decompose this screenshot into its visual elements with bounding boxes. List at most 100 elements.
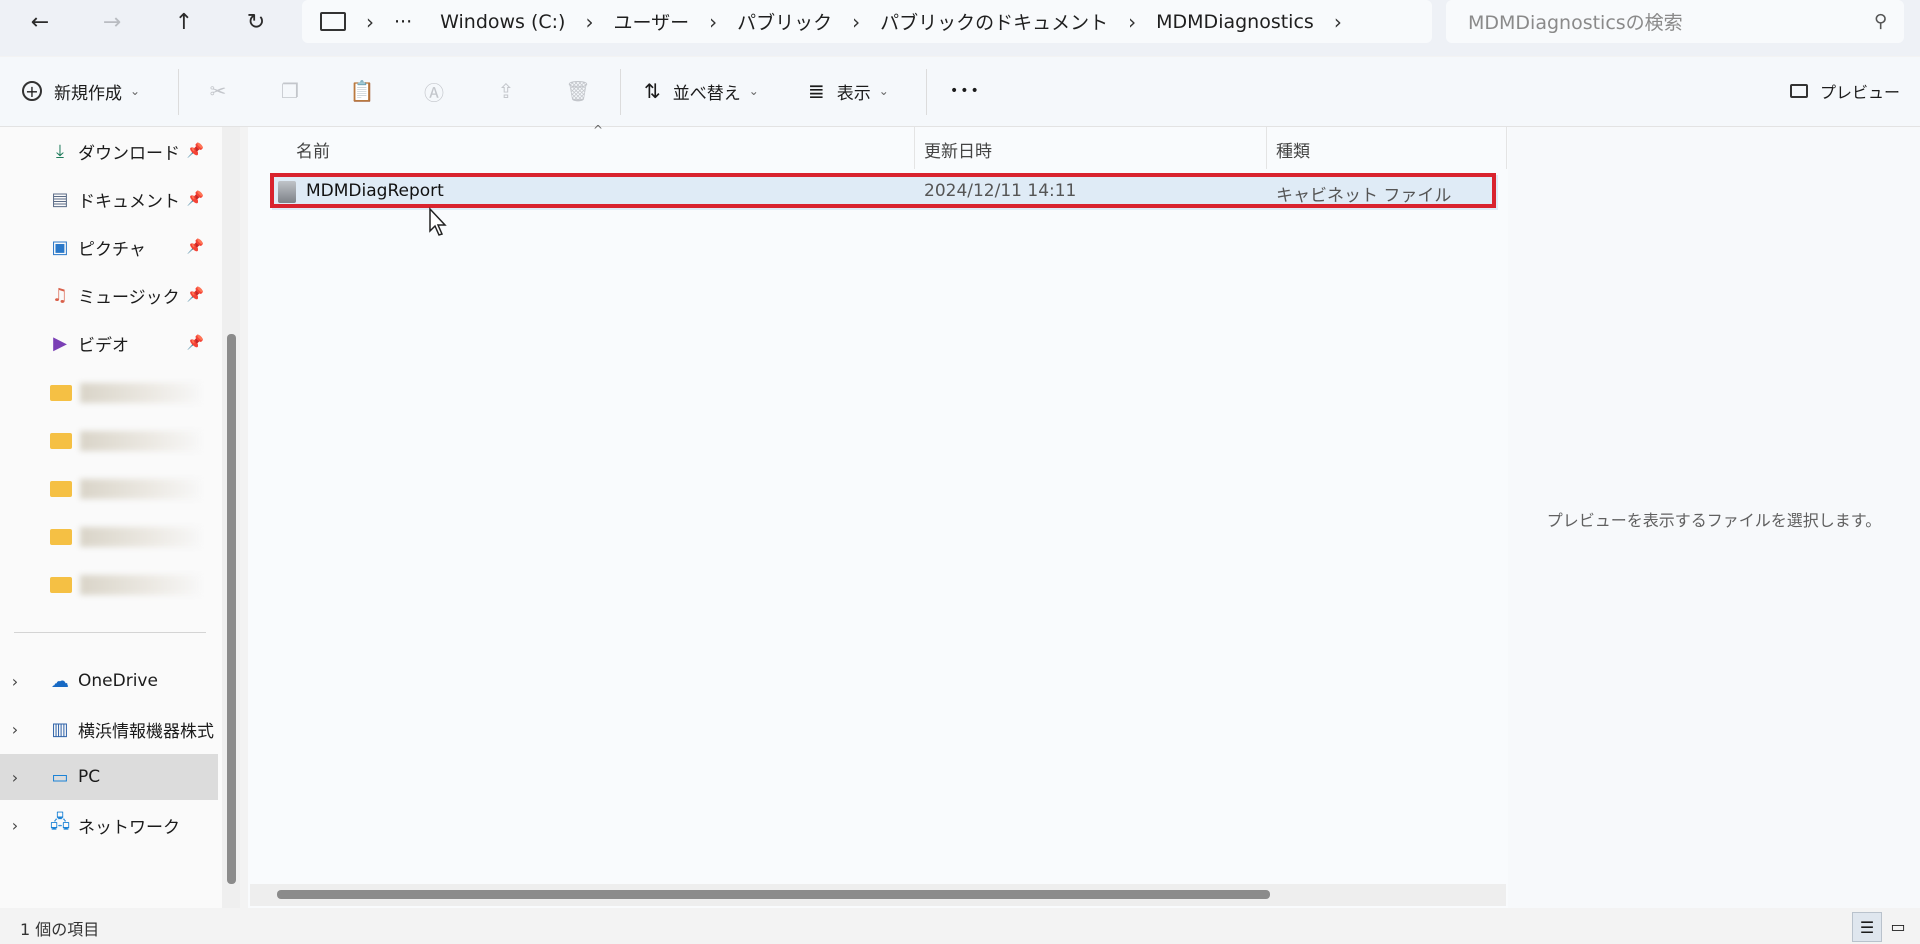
download-icon: ⤓: [56, 140, 64, 162]
nav-item-folder[interactable]: [0, 469, 218, 509]
details-view-icon: ☰: [1859, 917, 1875, 937]
nav-item-onedrive[interactable]: › ☁ OneDrive: [0, 661, 218, 701]
tiles-view-icon: ▭: [1890, 916, 1906, 936]
refresh-icon: ↻: [246, 9, 266, 35]
column-divider[interactable]: [1506, 127, 1507, 169]
column-header-type[interactable]: 種類: [1276, 137, 1310, 162]
nav-item-label: 横浜情報機器株式: [78, 721, 214, 742]
network-icon: 🖧: [49, 812, 71, 833]
pin-icon: 📌: [186, 191, 204, 207]
folder-icon: [50, 577, 72, 593]
horizontal-scrollbar-thumb[interactable]: [277, 890, 1270, 899]
nav-item-label: ドキュメント: [78, 191, 180, 212]
nav-item-documents[interactable]: ▤ ドキュメント 📌: [0, 179, 218, 219]
folder-icon: [50, 529, 72, 545]
up-button[interactable]: ↑: [162, 4, 206, 40]
column-divider[interactable]: [914, 127, 915, 169]
more-options-button[interactable]: •••: [950, 71, 981, 111]
new-button[interactable]: + 新規作成 ⌄: [22, 71, 140, 111]
refresh-button[interactable]: ↻: [234, 4, 278, 40]
breadcrumb-overflow[interactable]: ···: [394, 11, 412, 33]
nav-scrollbar-thumb[interactable]: [227, 334, 236, 884]
chevron-down-icon: ⌄: [748, 84, 759, 98]
preview-pane-label: プレビュー: [1820, 83, 1901, 102]
pin-icon: 📌: [186, 287, 204, 303]
nav-item-pc[interactable]: › ▭ PC: [0, 754, 218, 800]
chevron-right-icon[interactable]: ›: [0, 768, 30, 787]
breadcrumb-public-documents[interactable]: パブリックのドキュメント: [880, 8, 1108, 35]
column-header-name[interactable]: 名前: [296, 137, 330, 162]
search-box[interactable]: MDMDiagnosticsの検索 ⚲: [1446, 0, 1904, 43]
nav-item-pictures[interactable]: ▣ ピクチャ 📌: [0, 227, 218, 267]
command-bar: + 新規作成 ⌄ ✂ ❐ 📋 Ⓐ ⇪ 🗑 ⇅ 並べ替え ⌄ ≣ 表示 ⌄ •••…: [0, 57, 1920, 127]
sort-icon: ⇅: [644, 79, 661, 103]
divider: [926, 69, 927, 115]
status-bar: 1 個の項目 ☰ ▭: [0, 908, 1920, 944]
divider: [620, 69, 621, 115]
back-button[interactable]: ←: [18, 4, 62, 40]
pin-icon: 📌: [186, 335, 204, 351]
nav-item-label: PC: [78, 767, 101, 787]
chevron-right-icon[interactable]: ›: [0, 816, 30, 835]
chevron-right-icon[interactable]: ›: [0, 672, 30, 691]
document-icon: ▤: [51, 188, 69, 210]
address-bar[interactable]: › ··· Windows (C:) › ユーザー › パブリック › パブリッ…: [302, 0, 1432, 43]
rename-icon[interactable]: Ⓐ: [412, 71, 456, 111]
column-header-modified[interactable]: 更新日時: [924, 137, 992, 162]
plus-circle-icon: +: [22, 81, 42, 101]
nav-item-folder[interactable]: [0, 565, 218, 605]
nav-item-folder[interactable]: [0, 421, 218, 461]
sort-button[interactable]: ⇅ 並べ替え ⌄: [644, 71, 759, 111]
pin-icon: 📌: [186, 239, 204, 255]
breadcrumb-mdmdiagnostics[interactable]: MDMDiagnostics: [1156, 11, 1314, 33]
blurred-label: [80, 575, 200, 595]
blurred-label: [80, 431, 200, 451]
blurred-label: [80, 527, 200, 547]
folder-icon: [50, 433, 72, 449]
forward-button[interactable]: →: [90, 4, 134, 40]
onedrive-icon: ☁: [51, 670, 69, 692]
delete-icon[interactable]: 🗑: [556, 71, 600, 111]
preview-pane-button[interactable]: プレビュー: [1790, 71, 1900, 111]
mouse-cursor-icon: [428, 207, 450, 241]
cut-icon[interactable]: ✂: [196, 71, 240, 111]
search-input[interactable]: MDMDiagnosticsの検索: [1468, 8, 1874, 35]
view-button[interactable]: ≣ 表示 ⌄: [808, 71, 889, 111]
computer-icon: [320, 12, 346, 31]
folder-icon: [50, 385, 72, 401]
paste-icon[interactable]: 📋: [340, 71, 384, 111]
breadcrumb-users[interactable]: ユーザー: [613, 8, 689, 35]
nav-item-downloads[interactable]: ⤓ ダウンロード 📌: [0, 131, 218, 171]
details-view-button[interactable]: ☰: [1852, 912, 1882, 942]
view-button-label: 表示: [836, 83, 871, 104]
chevron-down-icon: ⌄: [130, 84, 141, 98]
column-divider[interactable]: [1266, 127, 1267, 169]
preview-pane: プレビューを表示するファイルを選択します。: [1508, 127, 1920, 908]
nav-item-company[interactable]: › ▥ 横浜情報機器株式: [0, 709, 218, 749]
blurred-label: [80, 383, 200, 403]
arrow-right-icon: →: [102, 9, 122, 35]
sort-button-label: 並べ替え: [672, 83, 741, 104]
pc-icon: ▭: [51, 766, 69, 788]
share-icon[interactable]: ⇪: [484, 71, 528, 111]
nav-item-network[interactable]: › 🖧 ネットワーク: [0, 805, 218, 845]
nav-item-folder[interactable]: [0, 517, 218, 557]
breadcrumb-public[interactable]: パブリック: [737, 8, 832, 35]
video-icon: ▶: [53, 332, 67, 354]
nav-item-videos[interactable]: ▶ ビデオ 📌: [0, 323, 218, 363]
copy-icon[interactable]: ❐: [268, 71, 312, 111]
address-toolbar: ← → ↑ ↻ › ··· Windows (C:) › ユーザー › パブリッ…: [0, 0, 1920, 56]
nav-item-music[interactable]: ♫ ミュージック 📌: [0, 275, 218, 315]
pictures-icon: ▣: [51, 236, 69, 258]
list-view-icon: ≣: [808, 79, 825, 103]
nav-item-folder[interactable]: [0, 373, 218, 413]
chevron-right-icon: ›: [709, 9, 718, 34]
divider: [178, 69, 179, 115]
large-icons-view-button[interactable]: ▭: [1884, 912, 1912, 940]
sort-ascending-icon: ^: [593, 123, 604, 137]
highlight-box: [270, 173, 1496, 208]
search-icon: ⚲: [1874, 11, 1888, 32]
breadcrumb-drive[interactable]: Windows (C:): [440, 11, 565, 33]
nav-item-label: ビデオ: [78, 335, 129, 356]
chevron-right-icon[interactable]: ›: [0, 720, 30, 739]
